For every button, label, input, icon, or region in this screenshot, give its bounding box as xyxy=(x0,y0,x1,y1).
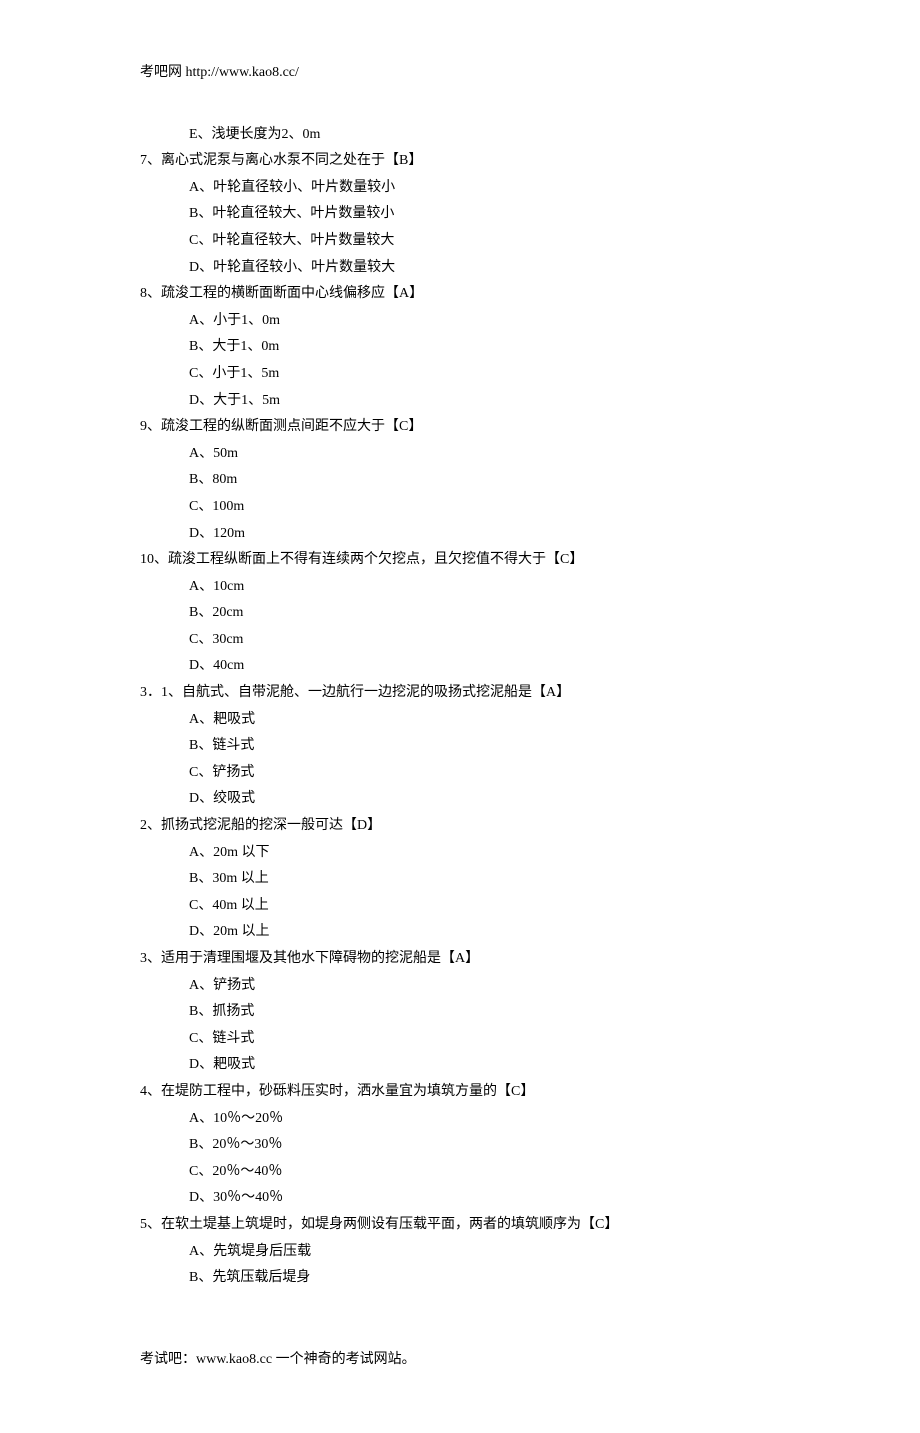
answer-option: A、先筑堤身后压载 xyxy=(140,1239,780,1266)
question-text: 7、离心式泥泵与离心水泵不同之处在于【B】 xyxy=(140,148,780,175)
answer-option: B、链斗式 xyxy=(140,733,780,760)
question-text: 3．1、自航式、自带泥舱、一边航行一边挖泥的吸扬式挖泥船是【A】 xyxy=(140,680,780,707)
answer-option: D、绞吸式 xyxy=(140,786,780,813)
answer-option: A、耙吸式 xyxy=(140,707,780,734)
answer-option: E、浅埂长度为2、0m xyxy=(140,122,780,149)
question-text: 5、在软土堤基上筑堤时，如堤身两侧设有压载平面，两者的填筑顺序为【C】 xyxy=(140,1212,780,1239)
answer-option: B、30m 以上 xyxy=(140,866,780,893)
answer-option: B、叶轮直径较大、叶片数量较小 xyxy=(140,201,780,228)
answer-option: A、铲扬式 xyxy=(140,973,780,1000)
answer-option: A、10％～20％ xyxy=(140,1106,780,1133)
answer-option: A、小于1、0m xyxy=(140,308,780,335)
answer-option: D、大于1、5m xyxy=(140,388,780,415)
answer-option: D、120m xyxy=(140,521,780,548)
answer-option: C、30cm xyxy=(140,627,780,654)
answer-option: A、10cm xyxy=(140,574,780,601)
answer-option: D、30％～40％ xyxy=(140,1185,780,1212)
answer-option: A、50m xyxy=(140,441,780,468)
answer-option: C、小于1、5m xyxy=(140,361,780,388)
question-text: 4、在堤防工程中，砂砾料压实时，洒水量宜为填筑方量的【C】 xyxy=(140,1079,780,1106)
answer-option: D、20m 以上 xyxy=(140,919,780,946)
answer-option: D、叶轮直径较小、叶片数量较大 xyxy=(140,255,780,282)
answer-option: C、100m xyxy=(140,494,780,521)
answer-option: C、铲扬式 xyxy=(140,760,780,787)
answer-option: B、80m xyxy=(140,467,780,494)
page-footer: 考试吧：www.kao8.cc 一个神奇的考试网站。 xyxy=(140,1347,780,1374)
question-text: 2、抓扬式挖泥船的挖深一般可达【D】 xyxy=(140,813,780,840)
answer-option: C、链斗式 xyxy=(140,1026,780,1053)
answer-option: B、先筑压载后堤身 xyxy=(140,1265,780,1292)
question-text: 9、疏浚工程的纵断面测点间距不应大于【C】 xyxy=(140,414,780,441)
answer-option: D、耙吸式 xyxy=(140,1052,780,1079)
answer-option: B、20％～30％ xyxy=(140,1132,780,1159)
answer-option: C、叶轮直径较大、叶片数量较大 xyxy=(140,228,780,255)
answer-option: C、40m 以上 xyxy=(140,893,780,920)
answer-option: B、20cm xyxy=(140,600,780,627)
answer-option: B、抓扬式 xyxy=(140,999,780,1026)
answer-option: C、20％～40％ xyxy=(140,1159,780,1186)
answer-option: B、大于1、0m xyxy=(140,334,780,361)
page-header: 考吧网 http://www.kao8.cc/ xyxy=(140,60,780,87)
question-text: 10、疏浚工程纵断面上不得有连续两个欠挖点，且欠挖值不得大于【C】 xyxy=(140,547,780,574)
document-content: E、浅埂长度为2、0m7、离心式泥泵与离心水泵不同之处在于【B】A、叶轮直径较小… xyxy=(140,122,780,1292)
answer-option: A、20m 以下 xyxy=(140,840,780,867)
question-text: 8、疏浚工程的横断面断面中心线偏移应【A】 xyxy=(140,281,780,308)
question-text: 3、适用于清理围堰及其他水下障碍物的挖泥船是【A】 xyxy=(140,946,780,973)
answer-option: D、40cm xyxy=(140,653,780,680)
answer-option: A、叶轮直径较小、叶片数量较小 xyxy=(140,175,780,202)
